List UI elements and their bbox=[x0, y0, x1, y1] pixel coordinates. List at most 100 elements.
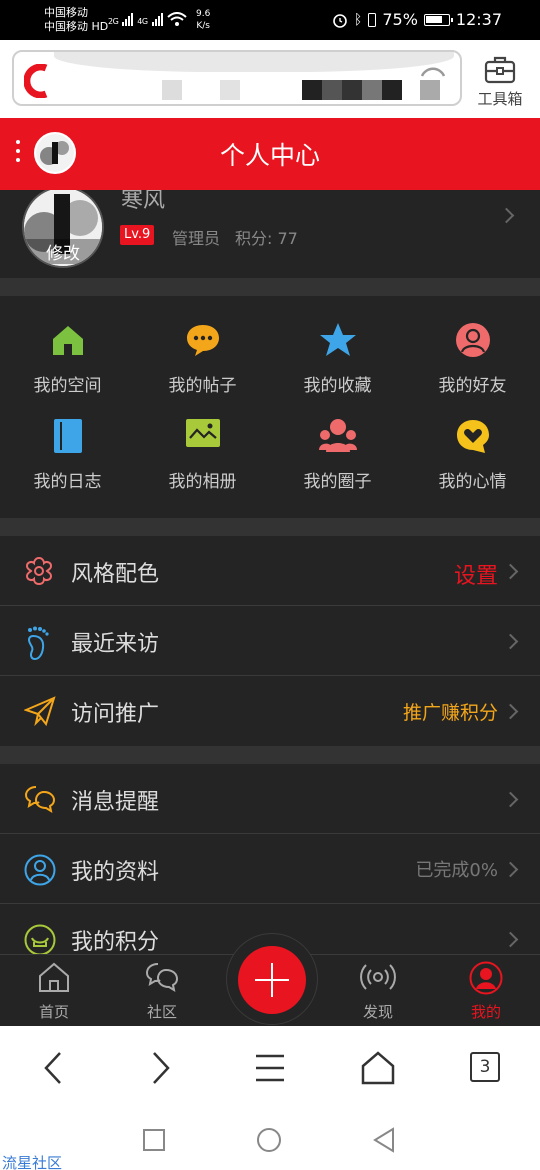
broadcast-icon bbox=[360, 964, 396, 990]
list-item-visit-promotion[interactable]: 访问推广 推广赚积分 bbox=[0, 676, 540, 746]
person-icon bbox=[455, 323, 490, 357]
battery-icon bbox=[423, 13, 453, 26]
list-item-message-reminder[interactable]: 消息提醒 bbox=[0, 764, 540, 834]
message-icon bbox=[24, 786, 56, 814]
tabs-button[interactable]: 3 bbox=[470, 1052, 500, 1082]
footprint-icon bbox=[27, 626, 49, 660]
redacted-block bbox=[162, 80, 182, 100]
menu-icon[interactable] bbox=[254, 1050, 286, 1086]
toolbox-label: 工具箱 bbox=[477, 90, 523, 108]
user-circle-icon bbox=[24, 854, 56, 886]
shortcut-grid: 我的空间 我的帖子 我的收藏 我的好友 我的日志 我的相册 我的圈子 我的心情 bbox=[0, 296, 540, 518]
list-item-right-text: 推广赚积分 bbox=[402, 702, 498, 724]
settings-list-2: 消息提醒 我的资料 已完成0% 我的积分 bbox=[0, 764, 540, 956]
redacted-block bbox=[362, 80, 382, 100]
level-badge: Lv.9 bbox=[120, 225, 155, 245]
net-1-label: 2G bbox=[108, 17, 119, 26]
group-icon bbox=[318, 419, 357, 452]
alarm-icon bbox=[333, 13, 347, 28]
grid-item-my-circles[interactable]: 我的圈子 bbox=[270, 392, 405, 492]
list-item-right-text: 已完成0% bbox=[415, 860, 498, 881]
bluetooth-icon: ᛒ bbox=[353, 11, 363, 28]
list-item-label: 风格配色 bbox=[71, 562, 160, 587]
redacted-block bbox=[382, 80, 402, 100]
url-input[interactable] bbox=[12, 50, 462, 106]
back-triangle-icon[interactable] bbox=[372, 1127, 396, 1153]
user-role: 管理员 bbox=[172, 229, 221, 248]
carrier-2: 中国移动 HD bbox=[44, 20, 109, 33]
list-item-label: 最近来访 bbox=[71, 632, 160, 657]
redacted-block bbox=[420, 80, 440, 100]
clock: 12:37 bbox=[455, 10, 502, 29]
status-bar: 中国移动 中国移动 HD 2G 4G 9.6 K/s ᛒ 75% 12:37 bbox=[0, 0, 540, 40]
system-nav-bar bbox=[0, 1110, 540, 1170]
redacted-block bbox=[220, 80, 240, 100]
nav-me[interactable]: 我的 bbox=[446, 961, 526, 1021]
home-nav-icon[interactable] bbox=[360, 1050, 396, 1086]
carrier-1: 中国移动 bbox=[44, 6, 88, 19]
grid-item-my-mood[interactable]: 我的心情 bbox=[405, 392, 540, 492]
grid-item-label: 我的相册 bbox=[168, 472, 237, 492]
wifi-icon bbox=[166, 12, 187, 26]
chevron-right-icon bbox=[502, 791, 519, 808]
section-divider bbox=[0, 518, 540, 536]
browser-url-bar: 工具箱 bbox=[0, 40, 540, 118]
refresh-icon[interactable] bbox=[418, 60, 448, 80]
phone-battery-icon bbox=[368, 12, 377, 27]
net-speed: 9.6 K/s bbox=[196, 8, 210, 32]
star-icon bbox=[319, 323, 356, 356]
grid-item-my-posts[interactable]: 我的帖子 bbox=[135, 296, 270, 396]
chevron-right-icon bbox=[498, 207, 515, 224]
signal-1-icon bbox=[122, 12, 134, 26]
watermark-text: 流星社区 bbox=[2, 1152, 63, 1170]
page: 中国移动 中国移动 HD 2G 4G 9.6 K/s ᛒ 75% 12:37 工… bbox=[0, 0, 540, 1170]
list-item-recent-visitors[interactable]: 最近来访 bbox=[0, 606, 540, 676]
nav-home-label: 首页 bbox=[38, 1003, 69, 1021]
network-indicator: 2G 4G bbox=[108, 12, 187, 26]
forward-icon[interactable] bbox=[148, 1050, 174, 1086]
nav-community-label: 社区 bbox=[146, 1003, 177, 1021]
net-speed-unit: K/s bbox=[196, 21, 210, 31]
list-item-my-profile[interactable]: 我的资料 已完成0% bbox=[0, 834, 540, 904]
net-speed-value: 9.6 bbox=[196, 9, 211, 19]
redacted-block bbox=[342, 80, 362, 100]
list-item-label: 我的资料 bbox=[71, 860, 160, 885]
home-outline-icon bbox=[39, 962, 69, 992]
chat-bubble-icon bbox=[186, 325, 219, 356]
list-item-style-color[interactable]: 风格配色 设置 bbox=[0, 536, 540, 606]
user-filled-icon bbox=[469, 961, 503, 995]
coin-icon bbox=[24, 924, 56, 956]
nav-community[interactable]: 社区 bbox=[122, 961, 202, 1021]
nav-discover[interactable]: 发现 bbox=[338, 961, 418, 1021]
back-icon[interactable] bbox=[40, 1050, 66, 1086]
redacted-url-blob bbox=[54, 52, 454, 72]
grid-item-my-diary[interactable]: 我的日志 bbox=[0, 392, 135, 492]
avatar-edit-label[interactable]: 修改 bbox=[24, 239, 102, 264]
recent-apps-icon[interactable] bbox=[142, 1128, 166, 1152]
grid-item-my-favorites[interactable]: 我的收藏 bbox=[270, 296, 405, 396]
nav-home[interactable]: 首页 bbox=[14, 961, 94, 1021]
home-circle-icon[interactable] bbox=[256, 1127, 282, 1153]
redacted-block bbox=[322, 80, 342, 100]
nav-discover-label: 发现 bbox=[362, 1003, 393, 1021]
notebook-icon bbox=[53, 419, 82, 453]
grid-item-my-friends[interactable]: 我的好友 bbox=[405, 296, 540, 396]
profile-card[interactable]: 修改 寒风 Lv.9 管理员 积分: 77 bbox=[0, 190, 540, 278]
chevron-right-icon bbox=[502, 633, 519, 650]
profile-avatar[interactable]: 修改 bbox=[22, 190, 104, 268]
add-post-button[interactable] bbox=[238, 946, 306, 1014]
grid-item-my-album[interactable]: 我的相册 bbox=[135, 392, 270, 492]
home-icon bbox=[52, 326, 83, 355]
grid-item-label: 我的日志 bbox=[33, 472, 102, 492]
user-points: 积分: 77 bbox=[235, 229, 298, 248]
toolbox-button[interactable]: 工具箱 bbox=[470, 52, 530, 108]
browser-toolbar: 3 bbox=[0, 1026, 540, 1110]
grid-item-label: 我的心情 bbox=[438, 472, 507, 492]
grid-item-my-space[interactable]: 我的空间 bbox=[0, 296, 135, 396]
section-divider bbox=[0, 278, 540, 296]
chat-outline-icon bbox=[145, 963, 179, 993]
signal-2-icon bbox=[151, 12, 163, 26]
list-item-right-text: 设置 bbox=[453, 564, 498, 589]
site-logo-icon bbox=[24, 64, 48, 98]
flower-icon bbox=[25, 556, 53, 586]
